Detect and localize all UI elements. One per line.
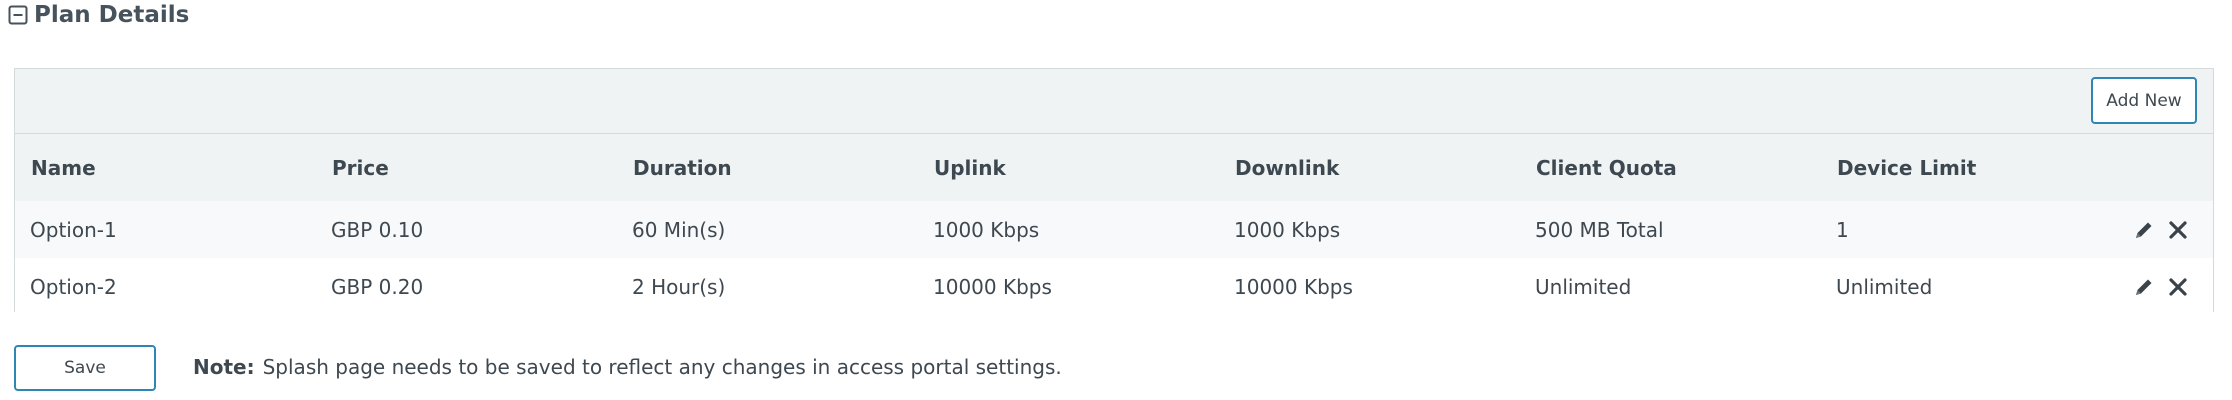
cell-downlink: 1000 Kbps: [1234, 217, 1341, 242]
section-header[interactable]: Plan Details: [8, 1, 189, 29]
cell-price: GBP 0.10: [331, 217, 424, 242]
column-header-price: Price: [332, 155, 389, 180]
column-header-uplink: Uplink: [934, 155, 1006, 180]
cell-duration: 60 Min(s): [632, 217, 726, 242]
save-button[interactable]: Save: [14, 345, 156, 391]
table-row: Option-2 GBP 0.20 2 Hour(s) 10000 Kbps 1…: [15, 258, 2213, 315]
row-actions: [2133, 258, 2189, 315]
cell-duration: 2 Hour(s): [632, 274, 726, 299]
table-header-row: Name Price Duration Uplink Downlink Clie…: [15, 134, 2213, 201]
column-header-device-limit: Device Limit: [1837, 155, 1977, 180]
minus-square-icon[interactable]: [8, 5, 28, 25]
table-row: Option-1 GBP 0.10 60 Min(s) 1000 Kbps 10…: [15, 201, 2213, 258]
note-label: Note:: [193, 355, 255, 379]
add-new-button[interactable]: Add New: [2091, 77, 2197, 124]
pencil-icon[interactable]: [2133, 219, 2155, 241]
cell-uplink: 10000 Kbps: [933, 274, 1052, 299]
cell-price: GBP 0.20: [331, 274, 424, 299]
close-icon[interactable]: [2167, 276, 2189, 298]
cell-name: Option-1: [30, 217, 117, 242]
save-note: Note: Splash page needs to be saved to r…: [193, 353, 1062, 381]
cell-name: Option-2: [30, 274, 117, 299]
note-text: Splash page needs to be saved to reflect…: [262, 355, 1062, 379]
cell-client-quota: 500 MB Total: [1535, 217, 1664, 242]
close-icon[interactable]: [2167, 219, 2189, 241]
table-toolbar: Add New: [15, 69, 2213, 134]
column-header-name: Name: [31, 155, 96, 180]
column-header-downlink: Downlink: [1235, 155, 1340, 180]
column-header-duration: Duration: [633, 155, 732, 180]
cell-device-limit: 1: [1836, 217, 1849, 242]
cell-device-limit: Unlimited: [1836, 274, 1933, 299]
plans-table: Add New Name Price Duration Uplink Downl…: [14, 68, 2214, 315]
cell-downlink: 10000 Kbps: [1234, 274, 1353, 299]
section-title: Plan Details: [34, 2, 190, 28]
cell-uplink: 1000 Kbps: [933, 217, 1040, 242]
column-header-client-quota: Client Quota: [1536, 155, 1677, 180]
pencil-icon[interactable]: [2133, 276, 2155, 298]
row-actions: [2133, 201, 2189, 258]
cell-client-quota: Unlimited: [1535, 274, 1632, 299]
